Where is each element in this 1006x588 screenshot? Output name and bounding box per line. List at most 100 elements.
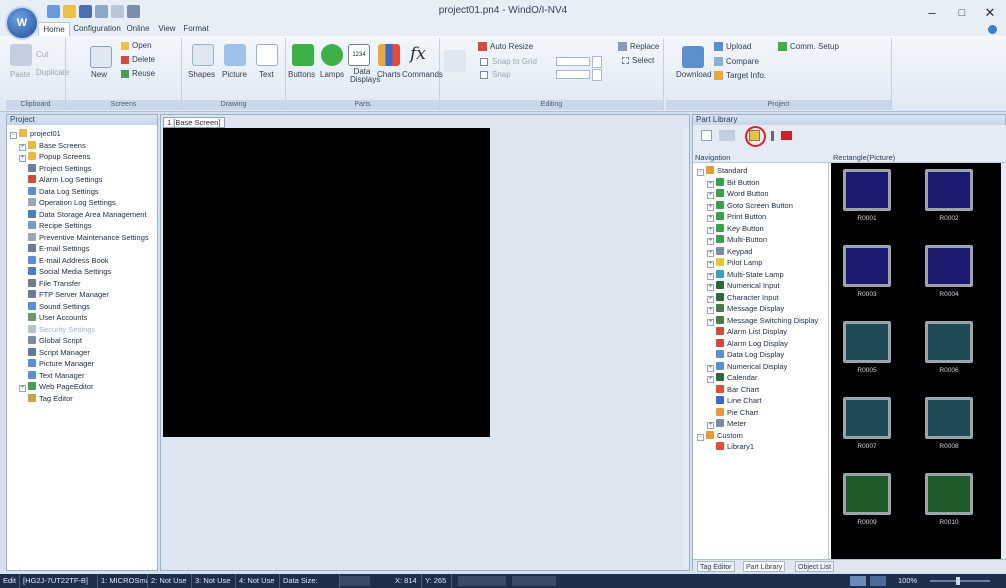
expand-toggle-icon[interactable]: + [707,192,714,199]
close-button[interactable]: ✕ [976,4,1004,22]
snap-size-dropdown[interactable] [556,70,590,79]
library-nav-item[interactable]: + Word Button [697,188,828,200]
tab-object-list[interactable]: Object List [795,561,835,572]
grid-view-icon[interactable] [870,576,886,586]
project-tree-item[interactable]: Data Log Settings [10,186,157,198]
text-button[interactable]: Text [259,70,274,79]
auto-resize-button[interactable]: Auto Resize [490,42,533,51]
expand-toggle-icon[interactable]: - [697,433,704,441]
project-tree-item[interactable]: Text Manager [10,370,157,382]
zoom-slider[interactable] [930,580,990,582]
expand-toggle-icon[interactable]: + [707,180,714,188]
project-tree-item[interactable]: E-mail Address Book [10,255,157,267]
align-icon[interactable] [444,50,466,72]
expand-toggle-icon[interactable]: + [19,143,26,151]
expand-toggle-icon[interactable]: + [707,272,714,280]
gallery-scrollbar[interactable] [1001,163,1006,559]
tab-view[interactable]: View [154,22,180,36]
tab-configuration[interactable]: Configuration [72,22,122,36]
help-icon[interactable] [988,25,997,34]
data-displays-button[interactable]: Data Displays [350,68,380,84]
tab-part-library[interactable]: Part Library [743,561,786,572]
buttons-icon[interactable] [292,44,314,66]
library-nav-item[interactable]: + Calendar [697,372,828,384]
expand-toggle-icon[interactable]: + [707,376,714,383]
expand-toggle-icon[interactable]: + [707,238,714,245]
save-icon[interactable] [79,5,92,18]
project-tree-item[interactable]: + Popup Screens [10,151,157,163]
library-nav-item[interactable]: + Meter [697,418,828,430]
expand-toggle-icon[interactable]: + [707,295,714,303]
select-button[interactable]: Select [632,56,654,65]
project-tree-item[interactable]: Project Settings [10,163,157,175]
paste-icon[interactable] [10,44,32,66]
grid-size-dropdown[interactable] [556,57,590,66]
application-menu-button[interactable]: W [5,6,39,40]
charts-button[interactable]: Charts [377,70,401,79]
part-tile[interactable] [925,245,973,287]
minimize-button[interactable]: – [918,4,946,22]
tab-tag-editor[interactable]: Tag Editor [697,561,735,572]
project-tree-item[interactable]: Global Script [10,335,157,347]
expand-toggle-icon[interactable]: + [19,385,26,392]
project-tree-item[interactable]: - project01 [10,128,157,140]
project-tree-item[interactable]: Tag Editor [10,393,157,405]
library-nav-item[interactable]: Library1 [697,441,828,453]
target-info-button[interactable]: Target Info. [726,71,766,80]
part-tile[interactable] [843,397,891,439]
library-nav-item[interactable]: Alarm List Display [697,326,828,338]
expand-toggle-icon[interactable]: + [707,249,714,257]
project-tree-item[interactable]: Data Storage Area Management [10,209,157,221]
part-tile[interactable] [843,245,891,287]
upload-button[interactable]: Upload [726,42,751,51]
project-tree-item[interactable]: Recipe Settings [10,220,157,232]
tab-home[interactable]: Home [38,22,70,36]
library-nav-item[interactable]: + Numerical Input [697,280,828,292]
part-tile[interactable] [843,321,891,363]
replace-button[interactable]: Replace [630,42,659,51]
project-tree-item[interactable]: Picture Manager [10,358,157,370]
data-displays-icon[interactable]: 1234 [348,44,370,66]
expand-toggle-icon[interactable]: - [10,132,17,139]
commands-button[interactable]: Commands [402,70,443,79]
tab-format[interactable]: Format [180,22,212,36]
project-tree-item[interactable]: Preventive Maintenance Settings [10,232,157,244]
library-nav-item[interactable]: + Numerical Display [697,361,828,373]
library-nav-item[interactable]: + Key Button [697,223,828,235]
reuse-screen-button[interactable]: Reuse [132,69,155,78]
download-quick-icon[interactable] [127,5,140,18]
expand-toggle-icon[interactable]: + [707,261,714,268]
project-tree-item[interactable]: Alarm Log Settings [10,174,157,186]
picture-icon[interactable] [224,44,246,66]
picture-button[interactable]: Picture [222,70,247,79]
library-nav-item[interactable]: + Message Switching Display [697,315,828,327]
delete-screen-button[interactable]: Delete [132,55,155,64]
part-tile[interactable] [843,169,891,211]
editor-vertical-scrollbar[interactable] [683,128,689,568]
view-mode-icon[interactable] [850,576,866,586]
project-tree-item[interactable]: + Web PageEditor [10,381,157,393]
layer-dropdown[interactable] [458,576,506,586]
library-nav-item[interactable]: + Goto Screen Button [697,200,828,212]
paste-button[interactable]: Paste [10,70,30,79]
expand-toggle-icon[interactable]: + [707,307,714,314]
project-tree-item[interactable]: Script Manager [10,347,157,359]
library-nav-item[interactable]: Line Chart [697,395,828,407]
new-screen-button[interactable]: New [91,70,107,79]
expand-toggle-icon[interactable]: + [707,226,714,234]
expand-toggle-icon[interactable]: + [707,422,714,429]
library-nav-item[interactable]: - Standard [697,165,828,177]
comm-setup-button[interactable]: Comm. Setup [790,42,839,51]
library-nav-item[interactable]: + Message Display [697,303,828,315]
project-tree-item[interactable]: User Accounts [10,312,157,324]
expand-toggle-icon[interactable]: - [697,169,704,176]
delete-library-icon[interactable] [781,131,792,140]
library-nav-item[interactable]: + Multi-State Lamp [697,269,828,281]
grid-spinner[interactable] [592,56,602,68]
tab-base-screen-1[interactable]: 1 [Base Screen] [163,117,225,128]
library-nav-item[interactable]: + Multi-Button [697,234,828,246]
buttons-button[interactable]: Buttons [288,70,315,79]
part-tile[interactable] [925,397,973,439]
expand-toggle-icon[interactable]: + [707,318,714,326]
language-dropdown[interactable] [512,576,556,586]
